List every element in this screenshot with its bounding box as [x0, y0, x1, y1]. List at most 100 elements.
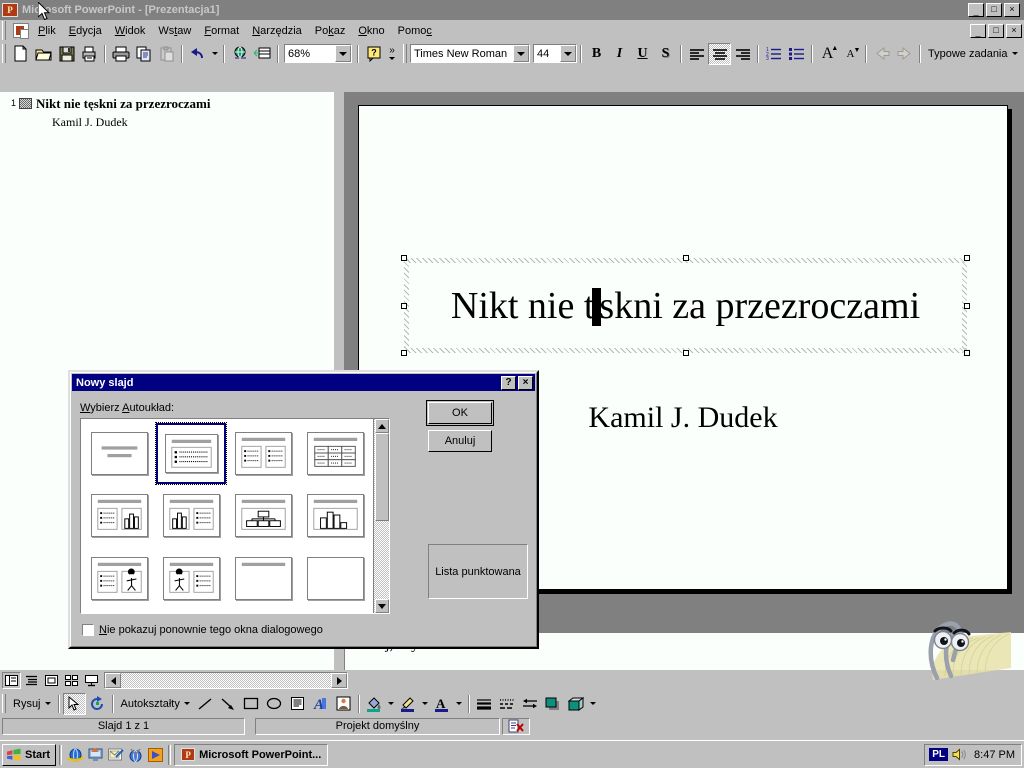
speaker-icon[interactable]: [952, 748, 968, 761]
dialog-help-button[interactable]: ?: [501, 376, 516, 390]
increase-font-size-button[interactable]: A▲: [816, 43, 839, 65]
resize-handle-n[interactable]: [683, 255, 689, 261]
resize-handle-s[interactable]: [683, 350, 689, 356]
standard-toolbar-grip[interactable]: [2, 44, 6, 63]
clock[interactable]: 8:47 PM: [972, 749, 1017, 761]
menu-item-edycja[interactable]: Edycja: [63, 23, 108, 39]
layout-option-clip-art-and-text[interactable]: [156, 548, 226, 609]
font-size-combo[interactable]: 44: [533, 44, 577, 63]
help-icon[interactable]: ?: [362, 43, 385, 65]
resize-handle-sw[interactable]: [401, 350, 407, 356]
start-button[interactable]: Start: [2, 744, 56, 766]
minimize-button[interactable]: _: [968, 3, 984, 17]
cancel-button[interactable]: Anuluj: [428, 430, 492, 452]
title-placeholder[interactable]: Nikt nie tskni za przezroczami: [404, 258, 967, 353]
zoom-combo[interactable]: 68%: [284, 44, 352, 63]
menu-bar-grip[interactable]: [2, 21, 6, 40]
dont-show-again-checkbox-row[interactable]: Nie pokazuj ponownie tego okna dialogowe…: [82, 624, 323, 636]
outline-title-row[interactable]: 1 Nikt nie tęskni za przezroczami: [0, 92, 333, 112]
insert-wordart-icon[interactable]: A: [309, 693, 332, 715]
menu-item-okno[interactable]: Okno: [352, 23, 390, 39]
status-spelling-indicator[interactable]: [502, 718, 530, 735]
outline-subtitle-text[interactable]: Kamil J. Dudek: [0, 115, 333, 130]
layout-option-title-slide[interactable]: [84, 423, 154, 484]
scroll-left-button[interactable]: [105, 673, 121, 688]
open-folder-icon[interactable]: [32, 43, 55, 65]
doc-restore-button[interactable]: □: [988, 24, 1004, 38]
line-color-icon[interactable]: [397, 693, 420, 715]
layout-option-chart-and-text[interactable]: [156, 486, 226, 547]
slide-title-text[interactable]: Nikt nie tskni za przezroczami: [404, 284, 967, 328]
insert-table-icon[interactable]: [251, 43, 274, 65]
doc-close-button[interactable]: ×: [1006, 24, 1022, 38]
shadow-icon[interactable]: [542, 693, 565, 715]
sidebar-item-slide-show-view[interactable]: [82, 672, 101, 689]
font-name-dropdown-button[interactable]: [513, 45, 529, 62]
menu-item-wstaw[interactable]: Wstaw: [152, 23, 197, 39]
fill-color-icon[interactable]: [363, 693, 386, 715]
menu-item-plik[interactable]: PPliklik: [32, 23, 62, 39]
bold-button[interactable]: B: [585, 43, 608, 65]
sidebar-item-slide-sorter-view[interactable]: [62, 672, 81, 689]
menu-item-format[interactable]: Format: [198, 23, 245, 39]
save-disk-icon[interactable]: [55, 43, 78, 65]
formatting-toolbar-grip[interactable]: [403, 44, 407, 63]
channels-icon[interactable]: [125, 745, 145, 765]
autoshapes-menu-button[interactable]: Autokształty: [117, 698, 194, 710]
layout-option-organization-chart[interactable]: [228, 486, 298, 547]
fill-color-dropdown-button[interactable]: [386, 693, 397, 715]
drawing-toolbar-grip[interactable]: [2, 694, 6, 713]
internet-explorer-icon[interactable]: [65, 745, 85, 765]
outlook-express-icon[interactable]: [105, 745, 125, 765]
autolayout-list[interactable]: [80, 418, 390, 614]
document-control-icon[interactable]: [13, 23, 29, 38]
oval-icon[interactable]: [263, 693, 286, 715]
layout-option-table[interactable]: [300, 423, 370, 484]
sidebar-item-normal-view[interactable]: [2, 672, 21, 689]
align-center-button[interactable]: [708, 43, 731, 65]
free-rotate-icon[interactable]: [86, 693, 109, 715]
rectangle-icon[interactable]: [240, 693, 263, 715]
print-icon[interactable]: [109, 43, 132, 65]
resize-handle-nw[interactable]: [401, 255, 407, 261]
scrollbar-thumb[interactable]: [375, 433, 389, 521]
print-preview-icon[interactable]: [78, 43, 101, 65]
menu-item-pokaz[interactable]: Pokaz: [309, 23, 352, 39]
resize-handle-se[interactable]: [964, 350, 970, 356]
menu-item-narzedzia[interactable]: Narzędzia: [246, 23, 308, 39]
layout-option-chart[interactable]: [300, 486, 370, 547]
line-icon[interactable]: [194, 693, 217, 715]
italic-button[interactable]: I: [608, 43, 631, 65]
horizontal-scrollbar[interactable]: [104, 672, 348, 689]
insert-clipart-icon[interactable]: [332, 693, 355, 715]
ok-button[interactable]: OK: [428, 402, 492, 424]
draw-menu-button[interactable]: Rysuj: [9, 698, 55, 710]
font-size-dropdown-button[interactable]: [560, 45, 576, 62]
zoom-dropdown-button[interactable]: [335, 45, 351, 62]
scroll-up-button[interactable]: [375, 419, 389, 433]
standard-toolbar-more-button[interactable]: »: [385, 43, 399, 65]
layout-option-text-and-chart[interactable]: [84, 486, 154, 547]
insert-hyperlink-icon[interactable]: [228, 43, 251, 65]
underline-button[interactable]: U: [631, 43, 654, 65]
undo-dropdown-button[interactable]: [209, 43, 220, 65]
text-box-icon[interactable]: [286, 693, 309, 715]
close-button[interactable]: ×: [1004, 3, 1020, 17]
promote-button[interactable]: [870, 43, 893, 65]
demote-button[interactable]: [893, 43, 916, 65]
3d-dropdown-button[interactable]: [588, 693, 599, 715]
resize-handle-w[interactable]: [401, 303, 407, 309]
scroll-right-button[interactable]: [331, 673, 347, 688]
paste-icon[interactable]: [155, 43, 178, 65]
line-style-icon[interactable]: [473, 693, 496, 715]
new-document-icon[interactable]: [9, 43, 32, 65]
bulleted-list-button[interactable]: [785, 43, 808, 65]
arrow-icon[interactable]: [217, 693, 240, 715]
media-player-icon[interactable]: [145, 745, 165, 765]
dash-style-icon[interactable]: [496, 693, 519, 715]
undo-icon[interactable]: [186, 43, 209, 65]
dialog-close-button[interactable]: ×: [518, 376, 533, 390]
resize-handle-ne[interactable]: [964, 255, 970, 261]
common-tasks-button[interactable]: Typowe zadania: [924, 48, 1022, 60]
sidebar-item-slide-view[interactable]: [42, 672, 61, 689]
